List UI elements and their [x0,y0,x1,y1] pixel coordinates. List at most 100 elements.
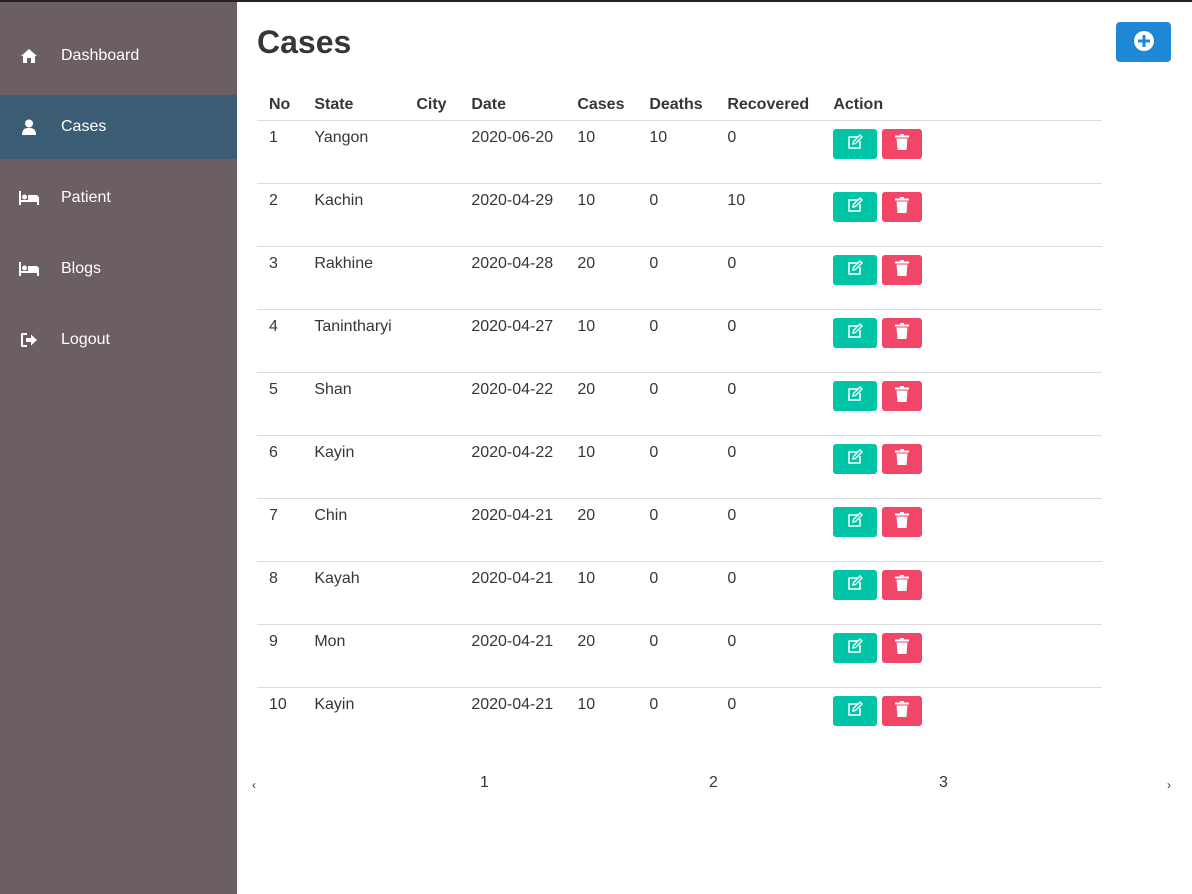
cell-city [404,561,460,625]
header-deaths: Deaths [637,90,716,121]
cell-cases: 10 [565,183,638,247]
delete-button[interactable] [881,506,922,537]
trash-icon [894,260,909,279]
delete-button[interactable] [881,632,922,663]
edit-icon [847,323,864,342]
table-row: 5 Shan 2020-04-22 20 0 0 [257,372,1102,436]
table-row: 10 Kayin 2020-04-21 10 0 0 [257,687,1102,750]
header-recovered: Recovered [715,90,822,121]
bed-icon [19,259,39,279]
cell-no: 3 [257,246,303,310]
cell-no: 7 [257,498,303,562]
delete-button[interactable] [881,695,922,726]
trash-icon [894,386,909,405]
page-title: Cases [257,24,352,60]
cell-city [404,309,460,373]
table-row: 2 Kachin 2020-04-29 10 0 10 [257,183,1102,247]
cell-cases: 10 [565,435,638,499]
cell-no: 5 [257,372,303,436]
trash-icon [894,197,909,216]
pagination-page-3[interactable]: 3 [939,774,948,792]
cell-action [821,498,1102,562]
cell-no: 9 [257,624,303,688]
trash-icon [894,701,909,720]
edit-button[interactable] [833,506,878,537]
table-row: 6 Kayin 2020-04-22 10 0 0 [257,435,1102,499]
pagination-page-1[interactable]: 1 [480,774,489,792]
cell-cases: 10 [565,561,638,625]
cell-deaths: 0 [637,624,716,688]
cell-state: Shan [302,372,405,436]
cell-action [821,687,1102,750]
pagination-next[interactable]: › [1167,778,1171,792]
cell-recovered: 0 [715,498,822,562]
table-row: 4 Tanintharyi 2020-04-27 10 0 0 [257,309,1102,373]
cell-city [404,372,460,436]
delete-button[interactable] [881,443,922,474]
cell-no: 6 [257,435,303,499]
edit-button[interactable] [833,191,878,222]
edit-icon [847,260,864,279]
delete-button[interactable] [881,380,922,411]
cell-city [404,120,460,184]
edit-button[interactable] [833,254,878,285]
sign-out-icon [19,330,39,350]
trash-icon [894,638,909,657]
cell-action [821,246,1102,310]
cell-date: 2020-04-21 [459,624,566,688]
edit-button[interactable] [833,443,878,474]
home-icon [19,46,39,66]
edit-button[interactable] [833,128,878,159]
cell-recovered: 0 [715,120,822,184]
table-header-row: No State City Date Cases Deaths Recovere… [257,90,1102,121]
cell-recovered: 0 [715,309,822,373]
sidebar-item-label: Patient [61,189,111,206]
cell-state: Yangon [302,120,405,184]
cell-cases: 10 [577,695,596,713]
sidebar-item-logout[interactable]: Logout [0,308,237,372]
cell-date: 2020-04-21 [459,561,566,625]
cell-cases: 20 [565,372,638,436]
sidebar-item-patient[interactable]: Patient [0,166,237,230]
edit-icon [847,701,864,720]
cell-cases: 20 [565,624,638,688]
header-cases: Cases [565,90,638,121]
edit-button[interactable] [833,695,878,726]
delete-button[interactable] [881,317,922,348]
cell-state: Rakhine [302,246,405,310]
cell-city [404,435,460,499]
cell-city [404,246,460,310]
add-case-button[interactable] [1116,22,1171,62]
sidebar-item-blogs[interactable]: Blogs [0,237,237,301]
cell-deaths: 0 [637,498,716,562]
sidebar-item-cases[interactable]: Cases [0,95,237,159]
cell-state: Chin [302,498,405,562]
trash-icon [894,134,909,153]
header-state: State [302,90,405,121]
header-no: No [257,90,303,121]
cell-cases: 20 [565,246,638,310]
cell-city [404,624,460,688]
trash-icon [894,575,909,594]
edit-icon [847,638,864,657]
edit-button[interactable] [833,569,878,600]
sidebar-item-label: Cases [61,118,107,135]
delete-button[interactable] [881,569,922,600]
sidebar-item-dashboard[interactable]: Dashboard [0,24,237,88]
cell-state: Mon [302,624,405,688]
edit-button[interactable] [833,380,878,411]
edit-button[interactable] [833,317,878,348]
pagination-page-2[interactable]: 2 [709,774,718,792]
cell-action [821,120,1102,184]
edit-icon [847,449,864,468]
delete-button[interactable] [881,191,922,222]
delete-button[interactable] [881,254,922,285]
pagination-prev[interactable]: ‹ [252,778,256,792]
cell-recovered: 0 [715,372,822,436]
cell-deaths: 0 [637,246,716,310]
cell-recovered: 0 [715,246,822,310]
cell-date: 2020-06-20 [459,120,566,184]
edit-button[interactable] [833,632,878,663]
cell-city [404,183,460,247]
delete-button[interactable] [881,128,922,159]
